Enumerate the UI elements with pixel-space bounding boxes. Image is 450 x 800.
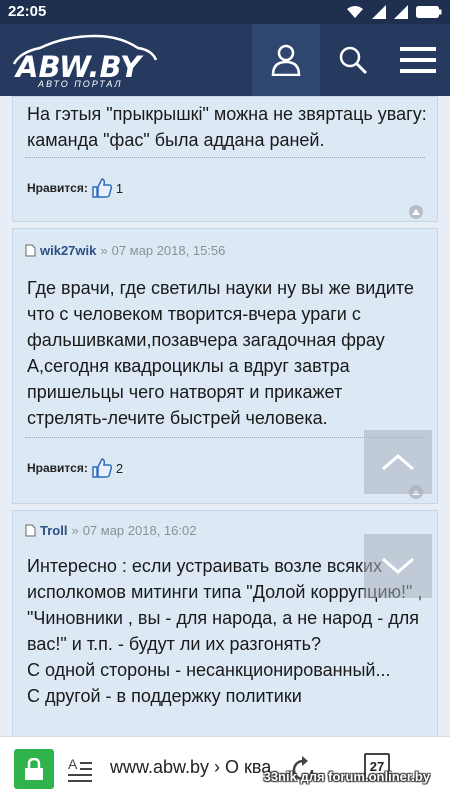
lock-icon [25, 758, 43, 780]
chevron-up-icon [382, 454, 414, 471]
likes-count: 2 [115, 460, 124, 476]
meta-separator: » [71, 523, 79, 538]
post-date: 07 мар 2018, 16:02 [82, 523, 197, 538]
post-meta: Troll » 07 мар 2018, 16:02 [25, 523, 196, 538]
thumbs-up-icon[interactable] [91, 457, 113, 479]
post-text-line: С одной стороны - несанкционированный... [27, 660, 391, 680]
user-icon [271, 44, 301, 76]
post-document-icon [25, 524, 36, 537]
status-icons [346, 3, 442, 21]
scroll-up-button[interactable] [364, 430, 432, 494]
status-time: 22:05 [8, 3, 47, 20]
secure-lock-button[interactable] [14, 749, 54, 789]
search-button[interactable] [320, 24, 386, 96]
search-icon [339, 46, 368, 75]
logo-subtitle: АВТО ПОРТАЛ [38, 79, 123, 89]
reader-mode-icon[interactable]: A [66, 755, 94, 783]
site-header: ABW.BY АВТО ПОРТАЛ [0, 24, 450, 96]
post-likes: Нравится: 2 [27, 457, 123, 479]
post-text: На гэтыя "прыкрышкі" можна не звяртаць у… [27, 104, 427, 150]
user-button[interactable] [252, 24, 320, 96]
post-meta: wik27wik » 07 мар 2018, 15:56 [25, 243, 225, 258]
wifi-icon [347, 6, 363, 18]
post-date: 07 мар 2018, 15:56 [111, 243, 226, 258]
menu-button[interactable] [386, 24, 450, 96]
likes-count: 1 [115, 180, 124, 196]
post-author[interactable]: wik27wik [40, 243, 96, 258]
battery-icon [416, 6, 442, 18]
post-document-icon [25, 244, 36, 257]
post-text-line: С другой - в поддержку политики [27, 686, 302, 706]
post-text: Где врачи, где светилы науки ну вы же ви… [27, 278, 414, 428]
likes-label: Нравится: [27, 181, 88, 195]
post-divider [25, 157, 425, 158]
post-author[interactable]: Troll [40, 523, 67, 538]
signal-icon [394, 5, 408, 19]
browser-toolbar: A www.abw.by › О ква 27 33nik для forum.… [0, 736, 450, 800]
menu-icon [400, 47, 436, 73]
scroll-top-button[interactable] [409, 205, 423, 219]
thumbs-up-icon[interactable] [91, 177, 113, 199]
status-bar: 22:05 [0, 0, 450, 24]
watermark: 33nik для forum.onliner.by [263, 769, 430, 784]
likes-label: Нравится: [27, 461, 88, 475]
meta-separator: » [100, 243, 108, 258]
scroll-down-button[interactable] [364, 534, 432, 598]
url-bar[interactable]: www.abw.by › О ква [110, 757, 270, 778]
chevron-down-icon [382, 557, 414, 574]
chevron-up-icon [412, 209, 420, 215]
forum-post: На гэтыя "прыкрышкі" можна не звяртаць у… [12, 96, 438, 222]
site-logo[interactable]: ABW.BY АВТО ПОРТАЛ [10, 30, 160, 90]
svg-text:A: A [68, 756, 78, 772]
signal-icon [372, 5, 386, 19]
post-likes: Нравится: 1 [27, 177, 123, 199]
